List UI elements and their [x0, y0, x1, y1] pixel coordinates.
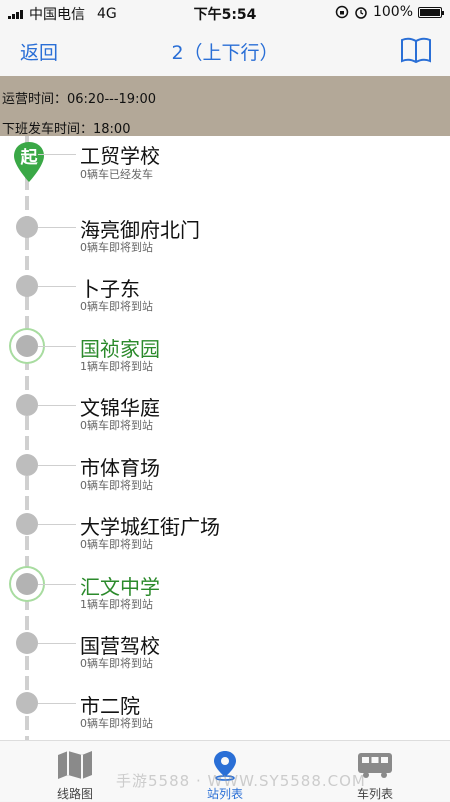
station-node [16, 275, 38, 297]
rotation-lock-icon [335, 5, 349, 19]
battery-icon [418, 6, 444, 18]
station-connector [38, 643, 76, 644]
station-connector [38, 154, 76, 155]
station-connector [38, 702, 76, 704]
station-row[interactable]: 国祯家园 1辆车即将到站 [0, 311, 450, 373]
station-row[interactable]: 海亮御府北门 0辆车即将到站 [0, 192, 450, 254]
station-connector [38, 286, 76, 287]
map-icon [58, 751, 92, 779]
station-node [16, 394, 38, 416]
station-row[interactable]: 大学城红街广场 0辆车即将到站 [0, 489, 450, 551]
station-list[interactable]: 起 工贸学校 0辆车已经发车海亮御府北门 0辆车即将到站 卜子东 0辆车即将到站 国祯家园 1… [0, 136, 450, 740]
station-connector [38, 405, 76, 406]
station-connector [38, 524, 76, 525]
status-bar: 中国电信 4G 下午5:54 100% [0, 0, 450, 26]
station-node [16, 513, 38, 535]
watermark: 手游5588 · WWW.SY5588.COM [116, 772, 366, 790]
status-right: 100% [335, 4, 444, 20]
station-connector [38, 583, 76, 585]
station-row[interactable]: 市体育场 0辆车即将到站 [0, 430, 450, 492]
station-node [16, 691, 38, 714]
start-badge-icon: 起 [14, 142, 44, 182]
book-icon[interactable] [400, 36, 432, 64]
route-info-panel: 运营时间：06:20---19:00 下班发车时间：18:00 [0, 76, 450, 137]
station-row[interactable]: 卜子东 0辆车即将到站 [0, 251, 450, 313]
alarm-icon [355, 7, 367, 19]
station-row[interactable]: 汇文中学 1辆车即将到站 [0, 549, 450, 611]
station-name: 工贸学校 [80, 144, 160, 168]
page-title: 2（上下行） [171, 42, 279, 64]
station-node [16, 215, 38, 238]
station-status: 0辆车即将到站 [80, 716, 153, 730]
start-badge-text: 起 [20, 147, 39, 168]
station-connector [38, 345, 76, 347]
station-node [16, 453, 38, 476]
battery-percent: 100% [372, 4, 413, 20]
station-row[interactable]: 市二院 0辆车即将到站 [0, 668, 450, 730]
station-node [16, 334, 38, 357]
station-row[interactable]: 文锦华庭 0辆车即将到站 [0, 370, 450, 432]
station-row[interactable]: 国营驾校 0辆车即将到站 [0, 608, 450, 670]
station-status: 0辆车已经发车 [80, 168, 153, 181]
operating-hours: 运营时间：06:20---19:00 [2, 92, 157, 107]
station-connector [38, 464, 76, 466]
station-connector [38, 226, 76, 228]
nav-bar: 返回 2（上下行） [0, 26, 450, 76]
station-row[interactable]: 起 工贸学校 0辆车已经发车 [0, 136, 450, 196]
station-node [16, 572, 38, 595]
last-departure: 下班发车时间：18:00 [2, 122, 131, 137]
station-node [16, 632, 38, 654]
